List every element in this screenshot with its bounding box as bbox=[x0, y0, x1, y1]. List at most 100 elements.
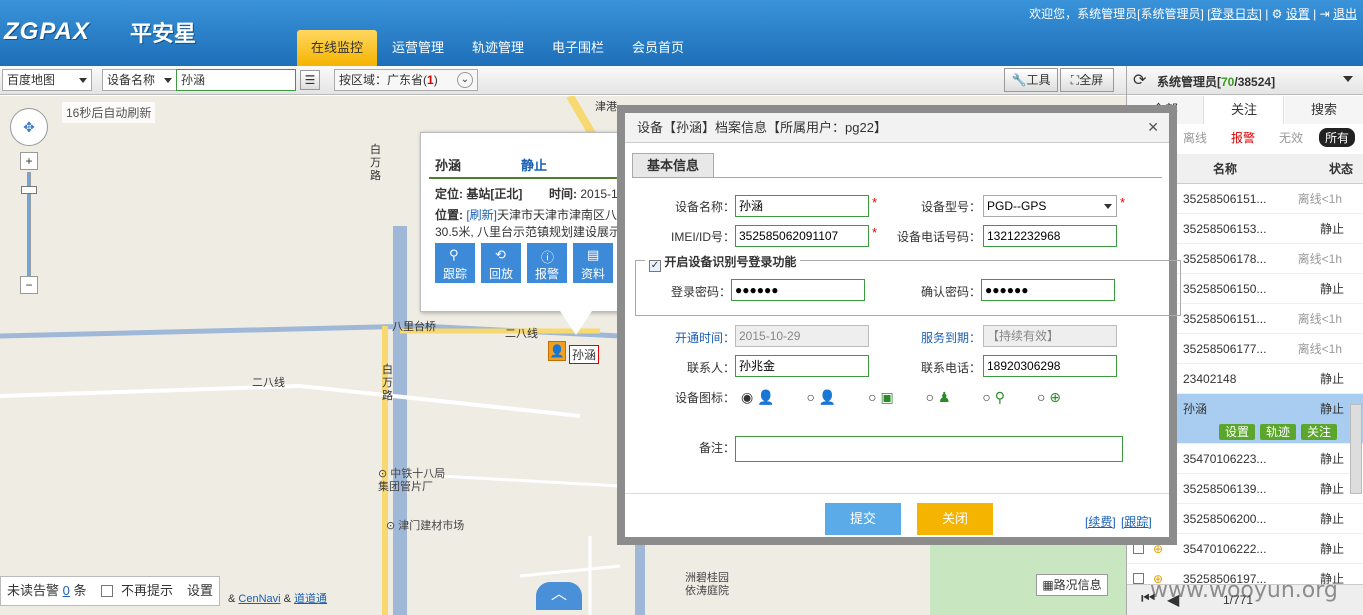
region-select[interactable]: 按区域：广东省(1) ⌄ bbox=[334, 69, 478, 91]
remark-field[interactable] bbox=[735, 436, 1123, 462]
contact-label: 联系人： bbox=[686, 361, 735, 375]
icon-radio[interactable]: ○ bbox=[982, 389, 990, 405]
row-track-button[interactable]: 轨迹 bbox=[1260, 424, 1296, 440]
person-marker-icon[interactable]: 👤 bbox=[548, 341, 566, 361]
marker-label[interactable]: 孙涵 bbox=[569, 345, 600, 364]
tab-search[interactable]: 搜索 bbox=[1285, 96, 1363, 124]
search-type-select[interactable]: 设备名称 bbox=[102, 69, 176, 91]
alarm-button[interactable]: ⓘ 报警 bbox=[527, 243, 567, 283]
device-model-select[interactable]: PGD--GPS bbox=[983, 195, 1117, 217]
logout-icon[interactable]: ⇥ bbox=[1320, 7, 1330, 21]
divider bbox=[632, 177, 1162, 178]
renew-link[interactable]: [续费] bbox=[1085, 513, 1116, 530]
nav-member-home[interactable]: 会员首页 bbox=[620, 30, 696, 66]
track-link[interactable]: [跟踪] bbox=[1121, 513, 1152, 530]
popup-device-name: 孙涵 bbox=[435, 158, 462, 173]
icon-radio[interactable]: ○ bbox=[806, 389, 814, 405]
chevron-down-icon bbox=[164, 78, 172, 83]
panel-header: ⟳ 系统管理员[70/38524] bbox=[1127, 66, 1363, 95]
confirm-password-field[interactable]: ●●●●●● bbox=[981, 279, 1115, 301]
poi-icon: ⊙ bbox=[386, 520, 399, 532]
login-password-field[interactable]: ●●●●●● bbox=[731, 279, 865, 301]
device-row-name: 35258506139... bbox=[1183, 482, 1267, 496]
remark-label: 备注： bbox=[698, 441, 735, 455]
close-icon[interactable]: ✕ bbox=[1147, 119, 1159, 136]
tools-button[interactable]: 🔧工具 bbox=[1004, 68, 1058, 92]
device-phone-label: 设备电话号码： bbox=[896, 230, 981, 244]
gear-icon[interactable]: ⚙ bbox=[1272, 7, 1283, 21]
track-button[interactable]: ⚲ 跟踪 bbox=[435, 243, 475, 283]
device-row-status: 离线<1h bbox=[1297, 342, 1342, 356]
close-button[interactable]: 关闭 bbox=[917, 503, 993, 535]
imei-field[interactable]: 352585062091107 bbox=[735, 225, 869, 247]
device-phone-field[interactable]: 13212232968 bbox=[983, 225, 1117, 247]
refresh-icon[interactable]: ⟳ bbox=[1133, 70, 1146, 90]
fullscreen-button[interactable]: ⛶全屏 bbox=[1060, 68, 1114, 92]
contact-phone-field[interactable]: 18920306298 bbox=[983, 355, 1117, 377]
icon-radio[interactable]: ○ bbox=[926, 389, 934, 405]
device-row-name: 35258506151... bbox=[1183, 192, 1267, 206]
chevron-down-icon: ⌄ bbox=[457, 72, 473, 88]
replay-button[interactable]: ⟲ 回放 bbox=[481, 243, 521, 283]
popup-device-status: 静止 bbox=[521, 158, 548, 173]
device-row-status: 静止 bbox=[1319, 452, 1344, 466]
login-log-link[interactable]: [登录日志] bbox=[1207, 7, 1262, 21]
profile-button[interactable]: ▤ 资料 bbox=[573, 243, 613, 283]
nav-online-monitor[interactable]: 在线监控 bbox=[297, 30, 377, 66]
auto-refresh-text: 16秒后自动刷新 bbox=[62, 102, 156, 123]
tab-follow[interactable]: 关注 bbox=[1205, 96, 1284, 124]
confirm-password-label: 确认密码： bbox=[920, 285, 981, 299]
device-row-name: 35470106222... bbox=[1183, 542, 1267, 556]
user-bar: 欢迎您，系统管理员[系统管理员] [登录日志] | ⚙ 设置 | ⇥ 退出 bbox=[1029, 7, 1357, 21]
alarm-settings-button[interactable]: 设置 bbox=[187, 577, 213, 605]
row-checkbox[interactable] bbox=[1133, 573, 1144, 584]
filter-invalid[interactable]: 无效 bbox=[1279, 129, 1303, 146]
search-input[interactable]: 孙涵 bbox=[176, 69, 296, 91]
pan-control-icon[interactable]: ✥ bbox=[10, 108, 48, 146]
list-icon[interactable]: ☰ bbox=[300, 70, 320, 90]
logo-cn: 平安星 bbox=[130, 21, 197, 46]
alarm-bar: 未读告警 0 条 不再提示 设置 bbox=[0, 576, 220, 606]
car-icon: ♟ bbox=[934, 389, 951, 405]
contact-field[interactable]: 孙兆金 bbox=[735, 355, 869, 377]
nav-track[interactable]: 轨迹管理 bbox=[460, 30, 536, 66]
road-label: 津港 bbox=[595, 101, 617, 113]
alarm-count-link[interactable]: 0 bbox=[63, 583, 70, 598]
zoom-in-button[interactable]: + bbox=[20, 152, 38, 170]
divider bbox=[625, 493, 1169, 494]
filter-all[interactable]: 所有 bbox=[1319, 128, 1356, 147]
filter-offline[interactable]: 离线 bbox=[1183, 129, 1207, 146]
chevron-down-icon[interactable] bbox=[1343, 76, 1353, 82]
zoom-out-button[interactable]: − bbox=[20, 276, 38, 294]
filter-alarm[interactable]: 报警 bbox=[1231, 129, 1255, 146]
submit-button[interactable]: 提交 bbox=[825, 503, 901, 535]
login-enable-checkbox[interactable]: ✓ bbox=[649, 260, 661, 272]
no-remind-checkbox[interactable] bbox=[101, 585, 113, 597]
device-row-status: 静止 bbox=[1319, 282, 1344, 296]
icon-radio[interactable]: ○ bbox=[868, 389, 876, 405]
logout-link[interactable]: 退出 bbox=[1333, 7, 1357, 21]
device-name-field[interactable]: 孙涵 bbox=[735, 195, 869, 217]
scrollbar-thumb[interactable] bbox=[1350, 404, 1362, 494]
icon-radio-selected[interactable]: ◉ bbox=[741, 389, 753, 405]
device-row-status: 离线<1h bbox=[1297, 312, 1342, 326]
chevron-up-icon[interactable]: ︿ bbox=[536, 582, 582, 610]
map-type-select[interactable]: 百度地图 bbox=[2, 69, 92, 91]
traffic-button[interactable]: ▦路况信息 bbox=[1036, 574, 1108, 596]
app-header: ZGPAX 平安星 在线监控 运营管理 轨迹管理 电子围栏 会员首页 欢迎您，系… bbox=[0, 0, 1363, 66]
nav-operations[interactable]: 运营管理 bbox=[380, 30, 456, 66]
device-row-name: 35470106223... bbox=[1183, 452, 1267, 466]
popup-location: 定位: 基站[正北] bbox=[435, 187, 523, 201]
row-follow-button[interactable]: 关注 bbox=[1301, 424, 1337, 440]
device-row-name: 35258506150... bbox=[1183, 282, 1267, 296]
divider bbox=[429, 177, 619, 179]
row-settings-button[interactable]: 设置 bbox=[1219, 424, 1255, 440]
nav-fence[interactable]: 电子围栏 bbox=[540, 30, 616, 66]
tab-basic-info[interactable]: 基本信息 bbox=[632, 153, 714, 177]
device-row-status: 静止 bbox=[1319, 372, 1344, 386]
settings-link[interactable]: 设置 bbox=[1286, 7, 1310, 21]
zoom-slider-handle[interactable] bbox=[21, 186, 37, 194]
road-label: 白万路 bbox=[382, 364, 393, 402]
login-password-label: 登录密码： bbox=[670, 285, 731, 299]
device-row-status: 离线<1h bbox=[1297, 192, 1342, 206]
